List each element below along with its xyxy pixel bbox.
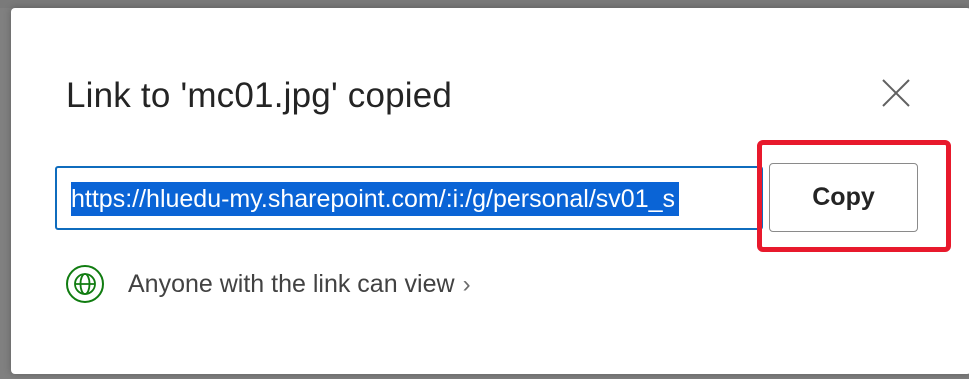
chevron-right-icon: › (462, 271, 471, 298)
permission-label: Anyone with the link can view (128, 270, 455, 298)
background-window-edge (0, 0, 969, 8)
link-permission-setting[interactable]: Anyone with the link can view › (128, 266, 471, 302)
link-url-text[interactable]: https://hluedu-my.sharepoint.com/:i:/g/p… (71, 182, 680, 216)
copy-button[interactable]: Copy (769, 163, 918, 232)
link-url-field[interactable]: https://hluedu-my.sharepoint.com/:i:/g/p… (55, 166, 763, 230)
close-button[interactable] (879, 76, 913, 110)
dialog-title: Link to 'mc01.jpg' copied (66, 76, 453, 115)
globe-icon (65, 264, 105, 304)
close-icon (879, 76, 913, 110)
